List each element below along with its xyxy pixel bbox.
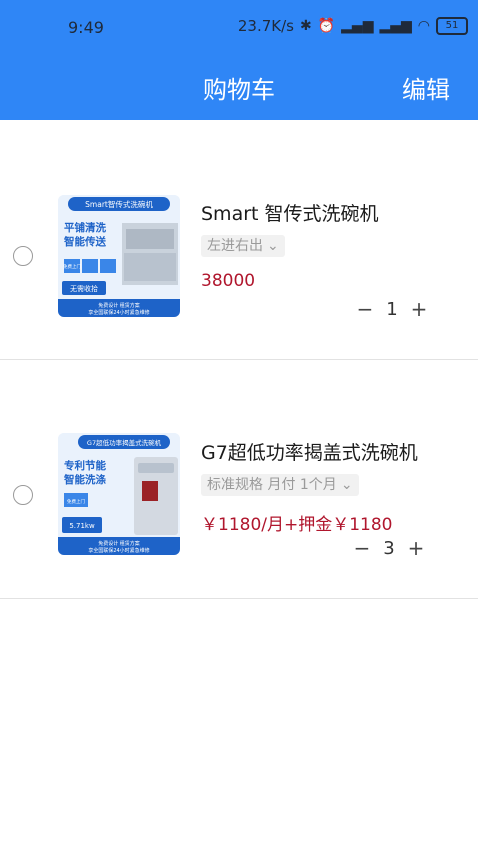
- status-time: 9:49: [68, 18, 104, 37]
- thumb-footer2: 享全国联保24小时紧急维修: [88, 309, 149, 316]
- cart-item: Smart智传式洗碗机 平铺清洗 智能传送 免费上门 无需收拾 免费设计 租赁方…: [0, 120, 478, 360]
- navbar: 购物车 编辑: [0, 56, 478, 120]
- spec-selector[interactable]: 标准规格 月付 1个月 ⌄: [201, 474, 359, 496]
- quantity-value[interactable]: 3: [375, 538, 403, 559]
- thumb-banner: G7超低功率揭盖式洗碗机: [87, 438, 162, 447]
- product-price: ￥1180/月+押金￥1180: [201, 515, 393, 535]
- quantity-stepper: − 1 +: [352, 297, 432, 321]
- alarm-icon: ⏰: [317, 18, 336, 34]
- thumb-tag: 免费上门: [63, 263, 81, 270]
- thumb-badge: 5.71kw: [69, 522, 95, 530]
- bluetooth-icon: ✱: [299, 18, 312, 34]
- thumb-line1: 专利节能: [64, 459, 106, 472]
- thumb-footer1: 免费设计 租赁方案: [98, 302, 140, 309]
- thumb-tag: 免费上门: [67, 498, 85, 505]
- cart-list: Smart智传式洗碗机 平铺清洗 智能传送 免费上门 无需收拾 免费设计 租赁方…: [0, 120, 478, 850]
- chevron-down-icon: ⌄: [267, 238, 279, 254]
- chevron-down-icon: ⌄: [340, 477, 353, 493]
- thumb-banner: Smart智传式洗碗机: [85, 199, 153, 209]
- thumb-line1: 平铺清洗: [64, 221, 106, 234]
- minus-button[interactable]: −: [349, 536, 375, 560]
- signal-icon: ▂▄▆: [341, 18, 374, 34]
- spec-label: 标准规格 月付 1个月: [207, 477, 337, 493]
- minus-button[interactable]: −: [352, 297, 378, 321]
- product-price: 38000: [201, 271, 256, 291]
- product-thumbnail[interactable]: Smart智传式洗碗机 平铺清洗 智能传送 免费上门 无需收拾 免费设计 租赁方…: [58, 195, 180, 317]
- product-thumbnail[interactable]: G7超低功率揭盖式洗碗机 专利节能 智能洗涤 免费上门 5.71kw 免费设计 …: [58, 433, 180, 555]
- thumb-line2: 智能传送: [63, 235, 106, 248]
- plus-button[interactable]: +: [406, 297, 432, 321]
- plus-button[interactable]: +: [403, 536, 429, 560]
- select-radio[interactable]: [13, 246, 33, 266]
- status-icons: 23.7K/s ✱ ⏰ ▂▄▆ ▂▄▆ ◠ 51: [238, 17, 468, 35]
- quantity-stepper: − 3 +: [349, 536, 429, 560]
- thumb-badge: 无需收拾: [70, 284, 98, 293]
- status-bar: 9:49 23.7K/s ✱ ⏰ ▂▄▆ ▂▄▆ ◠ 51: [0, 0, 478, 56]
- product-title[interactable]: Smart 智传式洗碗机: [201, 199, 379, 226]
- quantity-value[interactable]: 1: [378, 299, 406, 320]
- thumb-footer2: 享全国联保24小时紧急维修: [88, 547, 149, 554]
- select-radio[interactable]: [13, 485, 33, 505]
- battery-icon: 51: [436, 17, 468, 35]
- spec-label: 左进右出: [207, 238, 263, 254]
- cart-item: G7超低功率揭盖式洗碗机 专利节能 智能洗涤 免费上门 5.71kw 免费设计 …: [0, 359, 478, 599]
- net-speed: 23.7K/s: [237, 17, 294, 35]
- wifi-icon: ◠: [417, 18, 430, 34]
- thumb-line2: 智能洗涤: [63, 473, 106, 486]
- signal-2-icon: ▂▄▆: [379, 18, 412, 34]
- product-image: G7超低功率揭盖式洗碗机 专利节能 智能洗涤 免费上门 5.71kw 免费设计 …: [58, 433, 180, 555]
- thumb-footer1: 免费设计 租赁方案: [98, 540, 140, 547]
- edit-button[interactable]: 编辑: [402, 70, 450, 105]
- product-title[interactable]: G7超低功率揭盖式洗碗机: [201, 438, 418, 465]
- product-image: Smart智传式洗碗机 平铺清洗 智能传送 免费上门 无需收拾 免费设计 租赁方…: [58, 195, 180, 317]
- spec-selector[interactable]: 左进右出 ⌄: [201, 235, 285, 257]
